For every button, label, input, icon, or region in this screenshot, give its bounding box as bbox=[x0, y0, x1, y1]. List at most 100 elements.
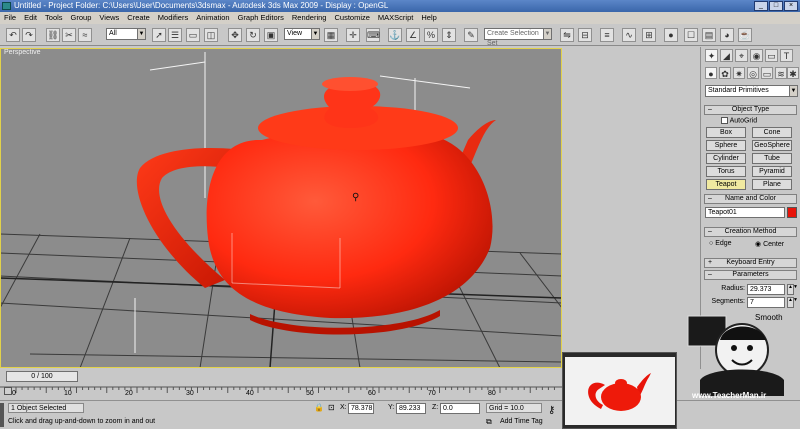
select-object-icon[interactable]: ➚ bbox=[152, 28, 166, 42]
teapot-object[interactable] bbox=[136, 77, 496, 335]
layer-manager-icon[interactable]: ≡ bbox=[600, 28, 614, 42]
edit-named-selection-icon[interactable]: ✎ bbox=[464, 28, 478, 42]
geosphere-button[interactable]: GeoSphere bbox=[752, 140, 792, 151]
render-frame-icon[interactable]: ▤ bbox=[702, 28, 716, 42]
menu-group[interactable]: Group bbox=[71, 12, 92, 24]
object-category-dropdown[interactable]: Standard Primitives ▼ bbox=[705, 85, 798, 97]
menu-file[interactable]: File bbox=[4, 12, 16, 24]
timeline-scroll-left-icon[interactable] bbox=[4, 387, 12, 395]
timeline-track[interactable] bbox=[0, 384, 562, 400]
menu-tools[interactable]: Tools bbox=[45, 12, 63, 24]
schematic-view-icon[interactable]: ⊞ bbox=[642, 28, 656, 42]
rotate-icon[interactable]: ↻ bbox=[246, 28, 260, 42]
reference-coordinate-dropdown[interactable]: View ▼ bbox=[284, 28, 320, 40]
menu-create[interactable]: Create bbox=[127, 12, 150, 24]
plane-button[interactable]: Plane bbox=[752, 179, 792, 190]
bind-space-warp-icon[interactable]: ≈ bbox=[78, 28, 92, 42]
lock-selection-icon[interactable]: 🔒 bbox=[314, 403, 324, 413]
keyboard-shortcut-icon[interactable]: ⌨ bbox=[366, 28, 380, 42]
pyramid-button[interactable]: Pyramid bbox=[752, 166, 792, 177]
viewport-label[interactable]: Perspective bbox=[4, 49, 41, 56]
keyboard-entry-rollout[interactable]: + Keyboard Entry bbox=[704, 258, 797, 268]
segments-spinner[interactable]: ▲▼ bbox=[787, 297, 798, 308]
cameras-icon[interactable]: ◎ bbox=[747, 67, 759, 79]
menu-maxscript[interactable]: MAXScript bbox=[378, 12, 413, 24]
selection-filter-dropdown[interactable]: All ▼ bbox=[106, 28, 146, 40]
unlink-icon[interactable]: ✂ bbox=[62, 28, 76, 42]
autogrid-checkbox[interactable]: AutoGrid bbox=[721, 117, 757, 124]
object-color-swatch[interactable] bbox=[787, 207, 797, 218]
align-icon[interactable]: ⊟ bbox=[578, 28, 592, 42]
move-icon[interactable]: ✥ bbox=[228, 28, 242, 42]
select-manipulate-icon[interactable]: ✛ bbox=[346, 28, 360, 42]
x-coordinate-field[interactable]: 78.378 bbox=[348, 403, 374, 414]
teapot-button[interactable]: Teapot bbox=[706, 179, 746, 190]
perspective-viewport[interactable]: Perspective ⚲ bbox=[0, 48, 562, 368]
absolute-mode-icon[interactable]: ⊡ bbox=[328, 403, 338, 413]
create-tab-icon[interactable]: ✦ bbox=[705, 49, 718, 62]
named-selection-set-dropdown[interactable]: Create Selection Set ▼ bbox=[484, 28, 552, 47]
edge-radio[interactable]: ○ Edge bbox=[709, 240, 732, 247]
z-coordinate-field[interactable]: 0.0 bbox=[440, 403, 480, 414]
radius-field[interactable]: 29.373 bbox=[747, 284, 785, 295]
percent-snap-icon[interactable]: % bbox=[424, 28, 438, 42]
cone-button[interactable]: Cone bbox=[752, 127, 792, 138]
key-icon[interactable]: ⚷ bbox=[548, 405, 555, 417]
parameters-rollout[interactable]: – Parameters bbox=[704, 270, 797, 280]
utilities-tab-icon[interactable]: T bbox=[780, 49, 793, 62]
hierarchy-tab-icon[interactable]: ⌖ bbox=[735, 49, 748, 62]
object-type-rollout[interactable]: – Object Type bbox=[704, 105, 797, 115]
menu-customize[interactable]: Customize bbox=[334, 12, 369, 24]
menu-views[interactable]: Views bbox=[99, 12, 119, 24]
mirror-icon[interactable]: ⇋ bbox=[560, 28, 574, 42]
box-button[interactable]: Box bbox=[706, 127, 746, 138]
menu-edit[interactable]: Edit bbox=[24, 12, 37, 24]
torus-button[interactable]: Torus bbox=[706, 166, 746, 177]
creation-method-rollout[interactable]: – Creation Method bbox=[704, 227, 797, 237]
tube-button[interactable]: Tube bbox=[752, 153, 792, 164]
spinner-snap-icon[interactable]: ⇕ bbox=[442, 28, 456, 42]
select-and-link-icon[interactable]: ⛓ bbox=[46, 28, 60, 42]
display-tab-icon[interactable]: ▭ bbox=[765, 49, 778, 62]
render-setup-icon[interactable]: ☐ bbox=[684, 28, 698, 42]
maxscript-listener-strip[interactable] bbox=[0, 403, 4, 427]
space-warps-icon[interactable]: ≋ bbox=[775, 67, 787, 79]
angle-snap-icon[interactable]: ∠ bbox=[406, 28, 420, 42]
maximize-button[interactable]: □ bbox=[769, 1, 783, 11]
close-button[interactable]: × bbox=[784, 1, 798, 11]
name-and-color-rollout[interactable]: – Name and Color bbox=[704, 194, 797, 204]
y-coordinate-field[interactable]: 89.233 bbox=[396, 403, 426, 414]
segments-field[interactable]: 7 bbox=[747, 297, 785, 308]
render-production-icon[interactable]: ☕ bbox=[738, 28, 752, 42]
menu-modifiers[interactable]: Modifiers bbox=[158, 12, 188, 24]
radius-spinner[interactable]: ▲▼ bbox=[787, 284, 798, 295]
cylinder-button[interactable]: Cylinder bbox=[706, 153, 746, 164]
menu-animation[interactable]: Animation bbox=[196, 12, 229, 24]
systems-icon[interactable]: ✱ bbox=[787, 67, 799, 79]
shapes-icon[interactable]: ✿ bbox=[719, 67, 731, 79]
geometry-icon[interactable]: ● bbox=[705, 67, 717, 79]
sphere-button[interactable]: Sphere bbox=[706, 140, 746, 151]
pivot-center-icon[interactable]: ▦ bbox=[324, 28, 338, 42]
select-by-name-icon[interactable]: ☰ bbox=[168, 28, 182, 42]
motion-tab-icon[interactable]: ◉ bbox=[750, 49, 763, 62]
modify-tab-icon[interactable]: ◢ bbox=[720, 49, 733, 62]
minimize-button[interactable]: _ bbox=[754, 1, 768, 11]
window-crossing-icon[interactable]: ◫ bbox=[204, 28, 218, 42]
time-slider[interactable]: 0 / 100 bbox=[6, 371, 78, 382]
menu-help[interactable]: Help bbox=[421, 12, 436, 24]
curve-editor-icon[interactable]: ∿ bbox=[622, 28, 636, 42]
quick-render-icon[interactable]: ◕ bbox=[720, 28, 734, 42]
menu-rendering[interactable]: Rendering bbox=[292, 12, 327, 24]
menu-graph-editors[interactable]: Graph Editors bbox=[238, 12, 284, 24]
object-name-field[interactable]: Teapot01 bbox=[705, 207, 785, 218]
snap-toggle-icon[interactable]: ⚓ bbox=[388, 28, 402, 42]
add-time-tag-button[interactable]: Add Time Tag bbox=[500, 417, 543, 427]
material-editor-icon[interactable]: ● bbox=[664, 28, 678, 42]
undo-icon[interactable]: ↶ bbox=[6, 28, 20, 42]
rectangular-selection-icon[interactable]: ▭ bbox=[186, 28, 200, 42]
helpers-icon[interactable]: ▭ bbox=[761, 67, 773, 79]
scale-icon[interactable]: ▣ bbox=[264, 28, 278, 42]
lights-icon[interactable]: ✷ bbox=[733, 67, 745, 79]
center-radio[interactable]: ◉ Center bbox=[755, 240, 784, 248]
